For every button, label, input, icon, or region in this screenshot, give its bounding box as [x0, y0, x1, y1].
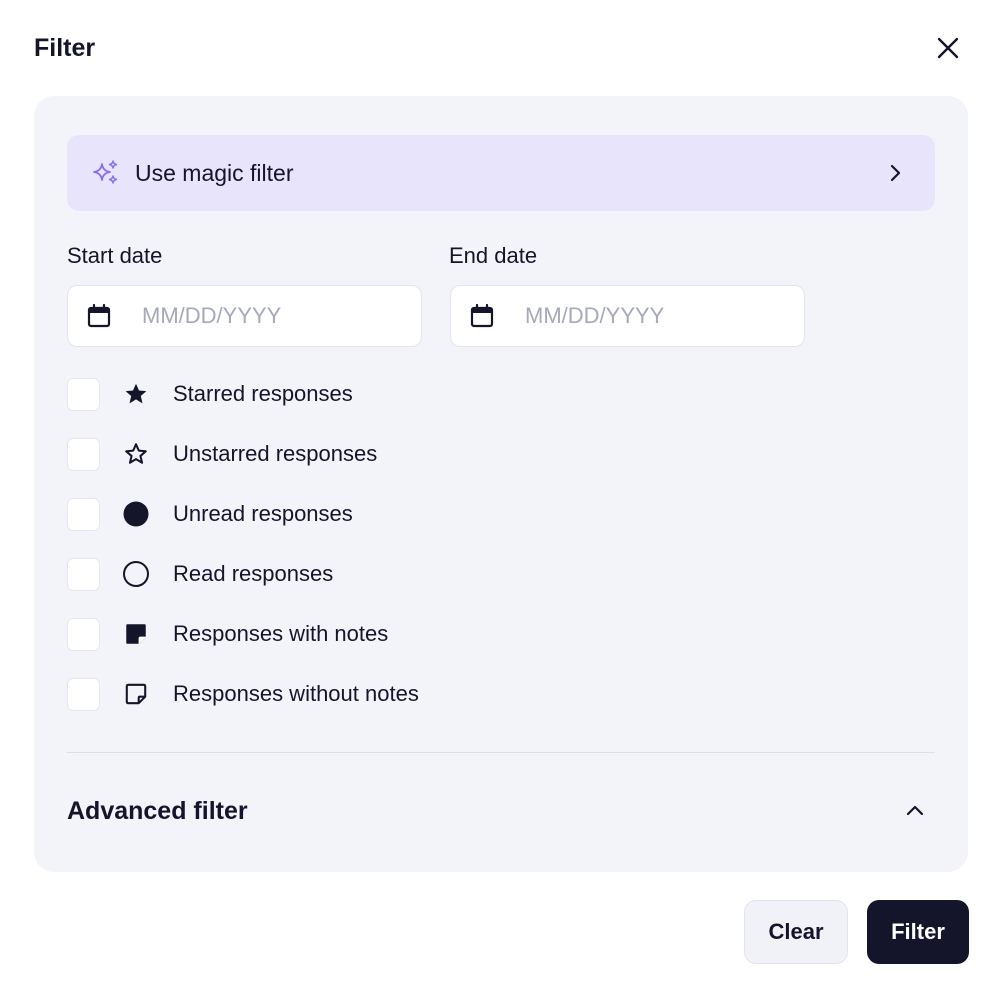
- start-date-label: Start date: [67, 243, 163, 268]
- filter-dialog: Filter Use magic filter Start date End d…: [0, 0, 1000, 991]
- option-starred[interactable]: Starred responses: [67, 376, 353, 412]
- option-label: Unread responses: [173, 501, 353, 526]
- checkbox[interactable]: [67, 677, 100, 711]
- option-without-notes[interactable]: Responses without notes: [67, 676, 419, 712]
- star-outline-icon: [121, 439, 151, 469]
- option-read[interactable]: Read responses: [67, 556, 333, 592]
- option-unread[interactable]: Unread responses: [67, 496, 353, 532]
- checkbox[interactable]: [67, 557, 100, 591]
- end-date-input[interactable]: [525, 303, 785, 329]
- advanced-filter-label: Advanced filter: [67, 796, 248, 825]
- end-date-field[interactable]: [450, 285, 805, 347]
- filter-panel: Use magic filter Start date End date MM/…: [34, 96, 968, 872]
- magic-filter-label: Use magic filter: [135, 159, 294, 186]
- start-date-field[interactable]: [67, 285, 422, 347]
- clear-button[interactable]: Clear: [744, 900, 848, 964]
- chevron-up-icon: [906, 805, 924, 816]
- note-filled-icon: [121, 619, 151, 649]
- option-with-notes[interactable]: Responses with notes: [67, 616, 388, 652]
- chevron-right-icon: [890, 164, 901, 182]
- start-date-input[interactable]: [142, 303, 402, 329]
- end-date-label: End date: [449, 243, 538, 268]
- filter-button[interactable]: Filter: [867, 900, 969, 964]
- close-button[interactable]: [928, 28, 968, 68]
- circle-filled-icon: [121, 499, 151, 529]
- option-label: Unstarred responses: [173, 441, 378, 466]
- option-label: Read responses: [173, 561, 334, 586]
- dialog-title: Filter: [34, 34, 96, 62]
- option-label: Responses without notes: [173, 681, 419, 706]
- checkbox[interactable]: [67, 377, 100, 411]
- checkbox[interactable]: [67, 617, 100, 651]
- divider: [67, 752, 935, 753]
- advanced-filter-toggle[interactable]: Advanced filter: [67, 791, 935, 831]
- circle-outline-icon: [121, 559, 151, 589]
- option-label: Starred responses: [173, 381, 353, 406]
- option-unstarred[interactable]: Unstarred responses: [67, 436, 377, 472]
- checkbox[interactable]: [67, 437, 100, 471]
- calendar-icon: [86, 303, 112, 329]
- close-icon: [937, 37, 959, 59]
- option-label: Responses with notes: [173, 621, 389, 646]
- note-outline-icon: [121, 679, 151, 709]
- sparkles-icon: [91, 158, 121, 188]
- magic-filter-button[interactable]: Use magic filter: [67, 135, 935, 211]
- star-filled-icon: [121, 379, 151, 409]
- checkbox[interactable]: [67, 497, 100, 531]
- calendar-icon: [469, 303, 495, 329]
